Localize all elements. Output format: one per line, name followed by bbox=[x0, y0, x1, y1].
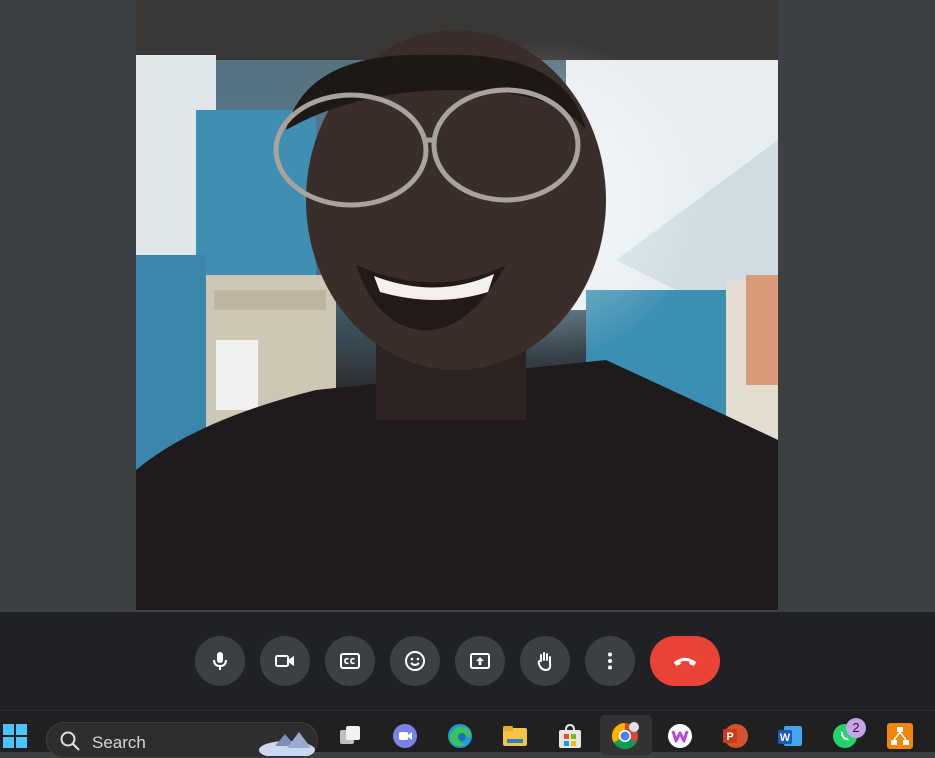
more-options-button[interactable] bbox=[585, 636, 635, 686]
search-icon bbox=[60, 731, 80, 751]
search-highlight-icon bbox=[259, 732, 315, 756]
powerpoint-icon: P bbox=[723, 724, 748, 748]
file-explorer-icon bbox=[503, 726, 527, 746]
teams-button[interactable] bbox=[390, 721, 420, 751]
task-view-button[interactable] bbox=[335, 721, 365, 751]
wps-office-icon bbox=[668, 724, 692, 748]
edge-icon bbox=[448, 724, 472, 748]
video-camera-icon bbox=[275, 655, 294, 667]
end-call-icon bbox=[673, 657, 697, 666]
microsoft-store-icon bbox=[559, 723, 581, 748]
task-view-icon bbox=[340, 726, 360, 744]
present-screen-icon bbox=[470, 653, 490, 669]
meeting-control-bar bbox=[0, 612, 935, 710]
microphone-button[interactable] bbox=[195, 636, 245, 686]
start-button[interactable] bbox=[0, 721, 30, 751]
chrome-icon bbox=[611, 722, 639, 750]
raise-hand-icon bbox=[537, 652, 552, 672]
more-vert-icon bbox=[608, 652, 612, 670]
search-placeholder: Search bbox=[92, 733, 146, 752]
emoji-icon bbox=[405, 651, 425, 671]
reactions-button[interactable] bbox=[390, 636, 440, 686]
wps-office-button[interactable] bbox=[665, 721, 695, 751]
closed-captions-icon bbox=[340, 653, 360, 669]
leave-call-button[interactable] bbox=[650, 636, 720, 686]
windows-taskbar: Search P W bbox=[0, 710, 935, 758]
svg-text:P: P bbox=[726, 731, 733, 743]
edge-button[interactable] bbox=[445, 721, 475, 751]
camera-frame-image bbox=[136, 0, 778, 610]
microphone-icon bbox=[213, 652, 227, 670]
svg-text:W: W bbox=[780, 732, 791, 744]
word-icon: W bbox=[778, 726, 802, 746]
taskbar-search-box[interactable]: Search bbox=[46, 722, 318, 758]
present-screen-button[interactable] bbox=[455, 636, 505, 686]
chrome-button[interactable] bbox=[610, 721, 640, 751]
microsoft-store-button[interactable] bbox=[555, 721, 585, 751]
windows-start-icon bbox=[3, 724, 27, 748]
participant-video-feed bbox=[136, 0, 778, 610]
whatsapp-notification-badge: 2 bbox=[846, 718, 866, 738]
raise-hand-button[interactable] bbox=[520, 636, 570, 686]
drawio-button[interactable] bbox=[885, 721, 915, 751]
powerpoint-button[interactable]: P bbox=[720, 721, 750, 751]
captions-button[interactable] bbox=[325, 636, 375, 686]
word-button[interactable]: W bbox=[775, 721, 805, 751]
video-stage bbox=[0, 0, 935, 612]
file-explorer-button[interactable] bbox=[500, 721, 530, 751]
drawio-icon bbox=[887, 723, 913, 749]
camera-button[interactable] bbox=[260, 636, 310, 686]
teams-icon bbox=[393, 724, 417, 748]
